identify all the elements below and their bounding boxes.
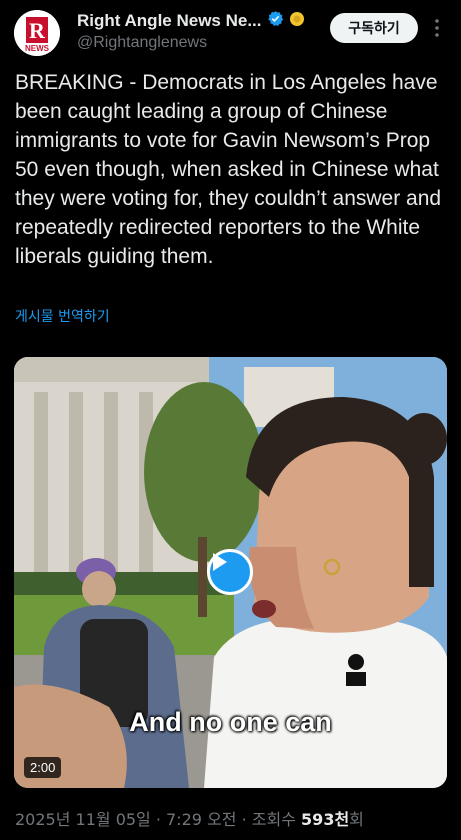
views-label: 조회수: [251, 810, 296, 829]
separator: ·: [241, 810, 252, 829]
video-player[interactable]: And no one can 2:00: [14, 357, 447, 788]
video-duration: 2:00: [24, 757, 62, 778]
views-suffix: 회: [349, 810, 364, 829]
name-row: Right Angle News Ne...: [77, 10, 305, 32]
account-handle[interactable]: @Rightanglenews: [77, 34, 207, 52]
more-icon[interactable]: [430, 16, 444, 40]
play-button[interactable]: [207, 549, 253, 595]
video-caption: And no one can: [129, 707, 332, 737]
views-count[interactable]: 593천: [301, 810, 349, 829]
avatar[interactable]: R NEWS: [14, 10, 60, 56]
post-time: 7:29 오전: [166, 810, 237, 829]
post-header: R NEWS Right Angle News Ne... @Rightangl…: [0, 0, 461, 62]
play-icon: [213, 553, 227, 571]
logo-text: NEWS: [25, 44, 50, 53]
verified-badge-icon: [267, 10, 284, 32]
logo-letter: R: [29, 18, 46, 43]
post-date: 2025년 11월 05일: [15, 810, 151, 829]
translate-post-link[interactable]: 게시물 번역하기: [15, 306, 110, 326]
post-meta: 2025년 11월 05일 · 7:29 오전 · 조회수 593천회: [15, 806, 364, 830]
display-name[interactable]: Right Angle News Ne...: [77, 11, 262, 31]
subscribe-button[interactable]: 구독하기: [330, 13, 418, 43]
post-text: BREAKING - Democrats in Los Angeles have…: [15, 71, 447, 268]
separator: ·: [155, 810, 167, 829]
gold-badge-icon: [289, 11, 305, 32]
